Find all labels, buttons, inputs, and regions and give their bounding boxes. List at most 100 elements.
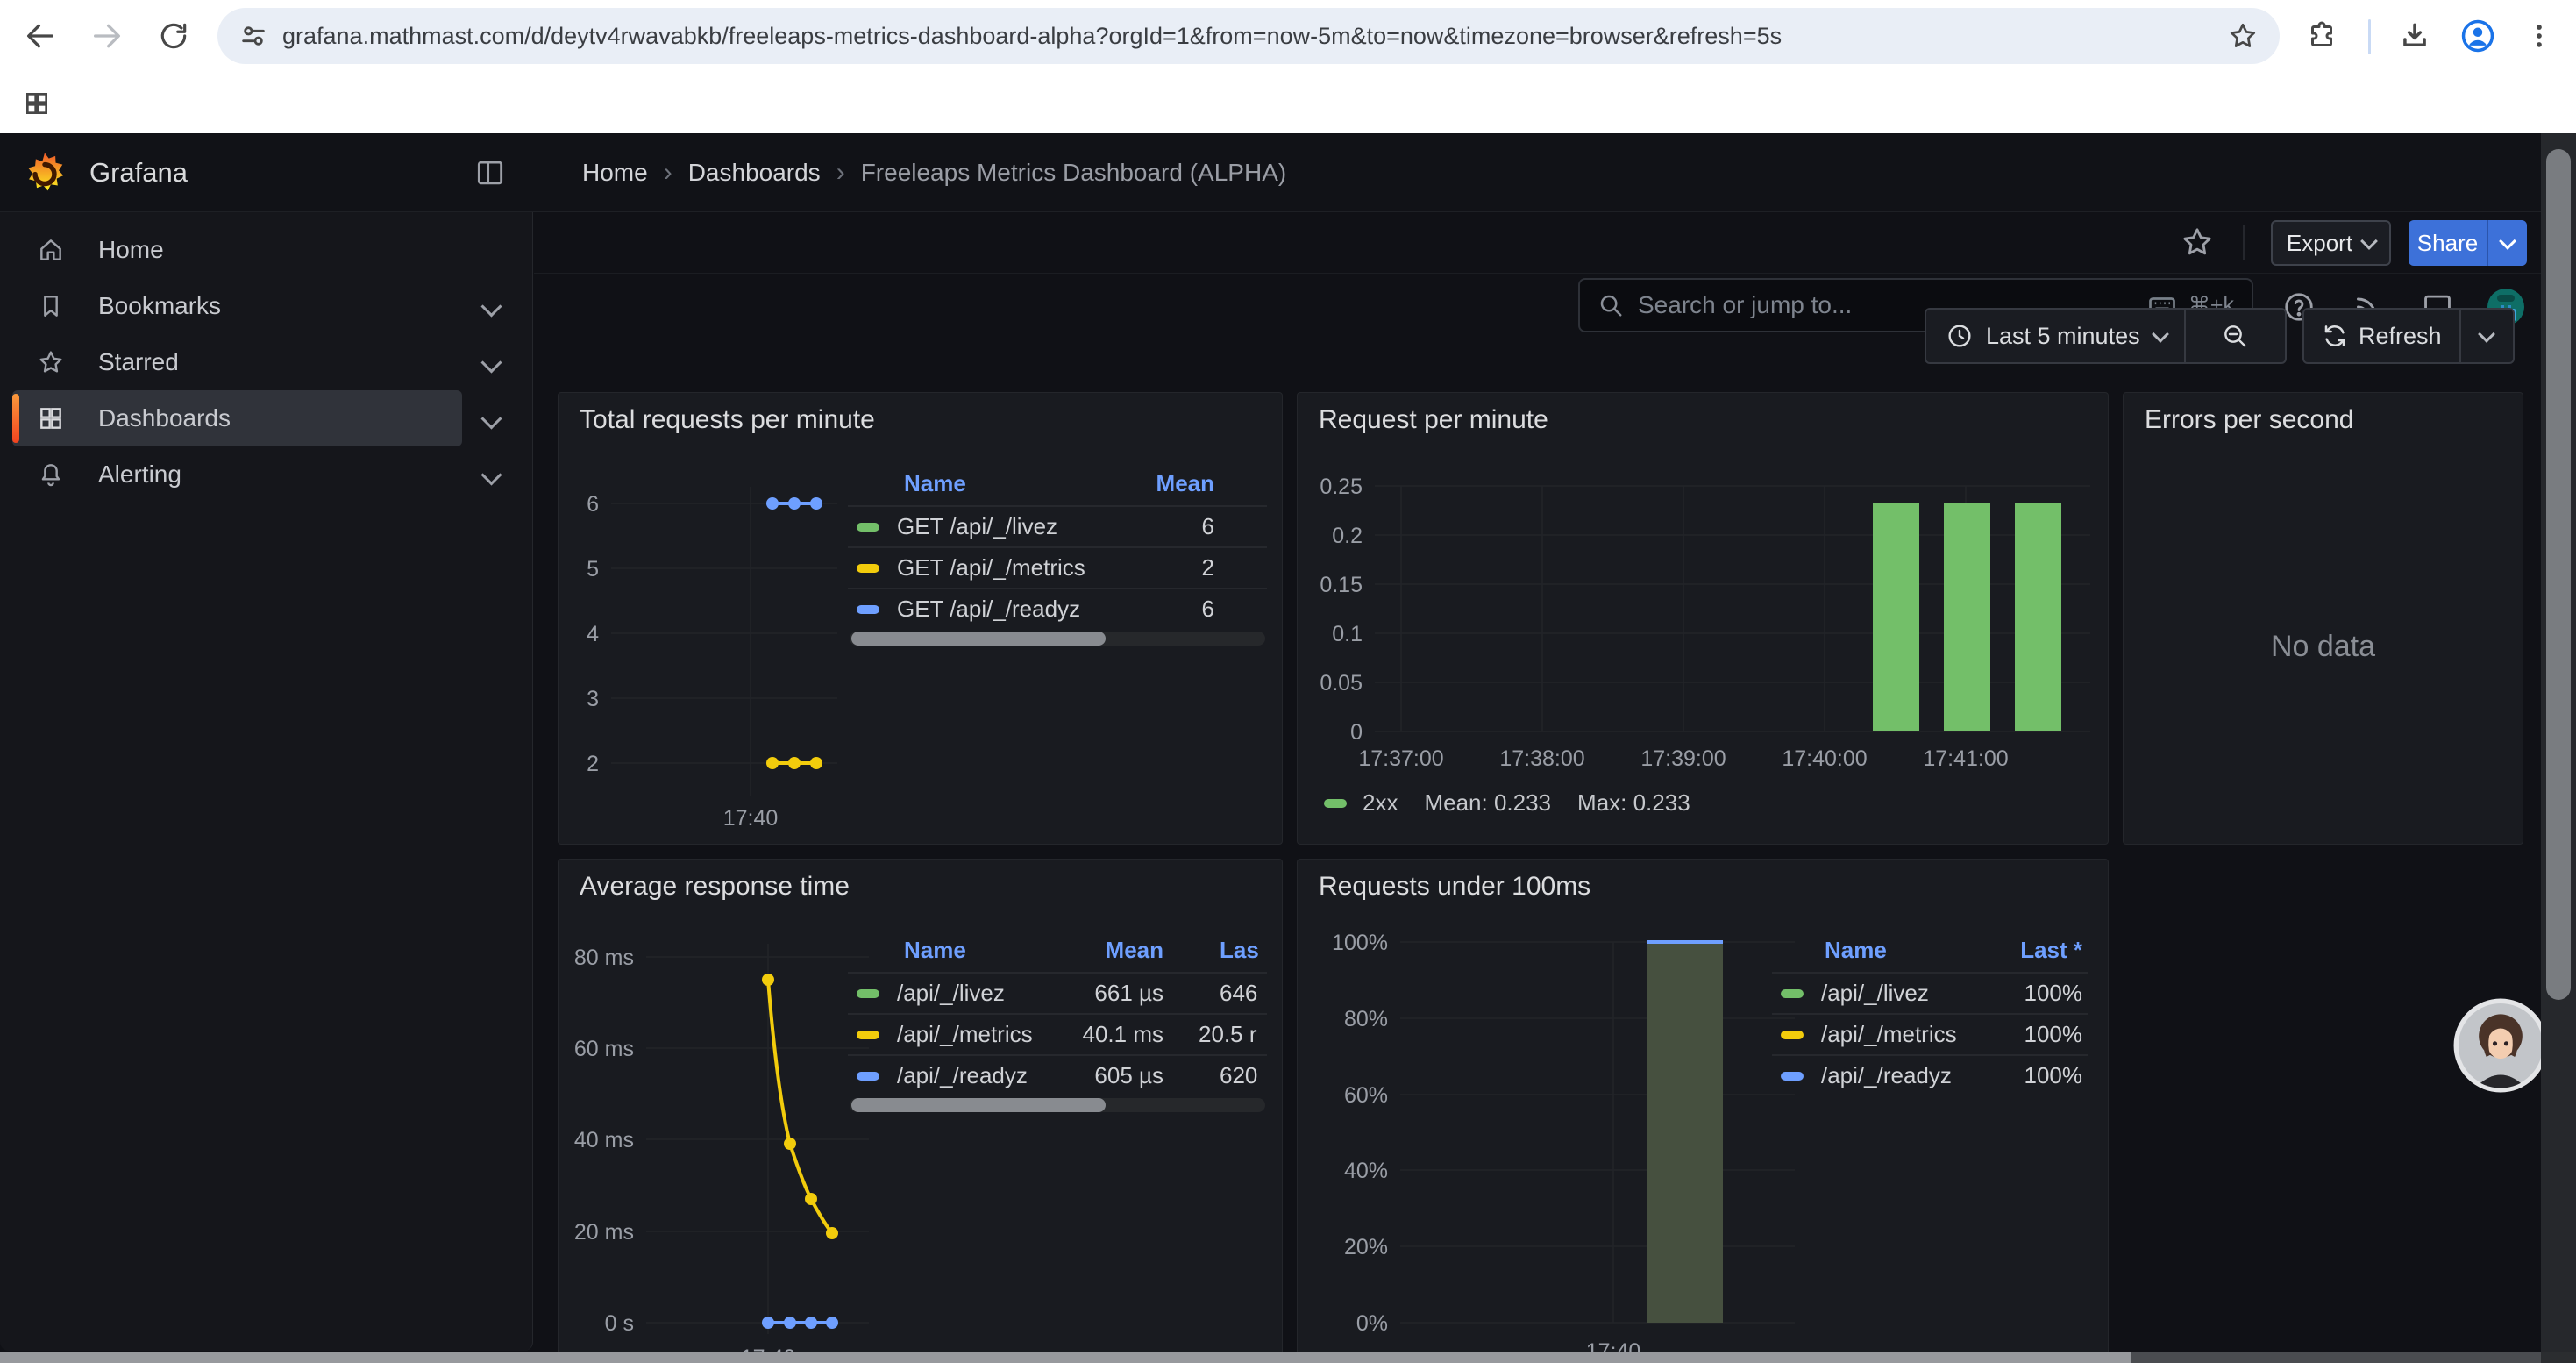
name-column-header[interactable]: Name <box>1772 937 1982 964</box>
series-name[interactable]: GET /api/_/readyz <box>897 596 1080 623</box>
sidebar-item-alerting[interactable]: Alerting <box>12 446 520 503</box>
chevron-down-icon[interactable] <box>480 408 502 429</box>
extensions-button[interactable] <box>2297 11 2346 61</box>
grafana-logo[interactable] <box>23 151 67 195</box>
series-name[interactable]: /api/_/metrics <box>897 1021 1032 1048</box>
legend-row[interactable]: GET /api/_/readyz 6 <box>848 588 1267 629</box>
url-bar[interactable]: grafana.mathmast.com/d/deytv4rwavabkb/fr… <box>217 8 2280 64</box>
refresh-button[interactable]: Refresh <box>2302 308 2515 364</box>
share-button[interactable]: Share <box>2409 220 2527 266</box>
url-text[interactable]: grafana.mathmast.com/d/deytv4rwavabkb/fr… <box>282 23 2217 50</box>
legend-row[interactable]: GET /api/_/livez 6 <box>848 505 1267 546</box>
vertical-scrollbar-thumb[interactable] <box>2546 149 2571 1000</box>
series-color-pill[interactable] <box>857 1072 879 1081</box>
series-color-pill[interactable] <box>857 523 879 532</box>
browser-forward-button[interactable] <box>82 11 132 61</box>
browser-reload-button[interactable] <box>149 11 198 61</box>
series-color-pill[interactable] <box>857 564 879 573</box>
panel-request-per-minute[interactable]: Request per minute 0.25 0.2 0.15 0.1 0.0… <box>1297 392 2109 845</box>
legend-row[interactable]: GET /api/_/metrics 2 <box>848 546 1267 588</box>
legend-row[interactable]: /api/_/readyz 605 µs 620 <box>848 1054 1267 1095</box>
downloads-button[interactable] <box>2390 11 2439 61</box>
legend-table-scrollbar[interactable] <box>850 632 1265 646</box>
series-2xx-bars <box>1873 503 2061 731</box>
series-name[interactable]: /api/_/livez <box>1821 980 1929 1007</box>
chevron-down-icon[interactable] <box>480 464 502 485</box>
series-color-pill[interactable] <box>857 989 879 998</box>
bar-chart[interactable]: 100% 80% 60% 40% 20% 0% 17:40 <box>1307 922 1798 1363</box>
share-button-label[interactable]: Share <box>2409 220 2487 266</box>
chart-legend[interactable]: 2xx Mean: 0.233 Max: 0.233 <box>1324 789 1690 817</box>
favorite-dashboard-button[interactable] <box>2180 225 2215 260</box>
series-name[interactable]: /api/_/readyz <box>1821 1062 1952 1089</box>
breadcrumb-dashboards[interactable]: Dashboards <box>688 159 821 187</box>
last-column-header[interactable]: Las <box>1163 937 1267 964</box>
panel-requests-under-100ms[interactable]: Requests under 100ms 100% 80% 60% 40% 20… <box>1297 859 2109 1363</box>
legend-row[interactable]: /api/_/livez 100% <box>1772 972 2088 1013</box>
mean-column-header[interactable]: Mean <box>1118 470 1267 497</box>
timeseries-chart[interactable]: 6 5 4 3 2 17:40 <box>567 476 841 829</box>
collapse-sidebar-button[interactable] <box>473 156 507 189</box>
sidebar-item-bookmarks[interactable]: Bookmarks <box>12 278 520 334</box>
panel-title[interactable]: Errors per second <box>2145 405 2353 435</box>
floating-assistant-avatar[interactable] <box>2453 998 2548 1093</box>
series-name[interactable]: /api/_/metrics <box>1821 1021 1957 1048</box>
series-name[interactable]: /api/_/livez <box>897 980 1005 1007</box>
legend-row[interactable]: /api/_/metrics 100% <box>1772 1013 2088 1054</box>
series-name[interactable]: GET /api/_/metrics <box>897 554 1085 582</box>
apps-button[interactable] <box>12 79 61 128</box>
chevron-down-icon[interactable] <box>480 296 502 317</box>
share-dropdown-button[interactable] <box>2488 220 2527 266</box>
sidebar-item-starred[interactable]: Starred <box>12 334 520 390</box>
sidebar-item-label: Bookmarks <box>98 292 221 320</box>
site-settings-icon[interactable] <box>238 21 268 51</box>
sidebar-item-dashboards[interactable]: Dashboards <box>12 390 520 446</box>
sidebar-item-home[interactable]: Home <box>12 222 520 278</box>
legend-series-name[interactable]: 2xx <box>1363 789 1398 817</box>
x-tick: 17:40 <box>723 806 779 829</box>
panel-title[interactable]: Average response time <box>580 872 850 902</box>
legend-row[interactable]: /api/_/livez 661 µs 646 <box>848 972 1267 1013</box>
series-color-pill[interactable] <box>857 605 879 614</box>
horizontal-scrollbar-thumb[interactable] <box>0 1352 2131 1363</box>
series-name[interactable]: /api/_/readyz <box>897 1062 1028 1089</box>
legend-row[interactable]: /api/_/readyz 100% <box>1772 1054 2088 1095</box>
bookmark-star-icon[interactable] <box>2227 20 2259 52</box>
browser-back-button[interactable] <box>16 11 65 61</box>
time-range-picker[interactable]: Last 5 minutes <box>1925 308 2287 364</box>
dashboards-grid-icon <box>37 404 65 432</box>
series-color-pill[interactable] <box>1781 989 1804 998</box>
series-color-pill[interactable] <box>857 1031 879 1039</box>
zoom-out-button[interactable] <box>2186 322 2285 350</box>
panel-total-requests-per-minute[interactable]: Total requests per minute 6 5 4 3 2 17:4… <box>558 392 1283 845</box>
name-column-header[interactable]: Name <box>848 937 1032 964</box>
legend-table: Name Mean GET /api/_/livez 6 GET /api/_/… <box>848 461 1267 629</box>
browser-profile-button[interactable] <box>2453 11 2502 61</box>
series-name[interactable]: GET /api/_/livez <box>897 513 1057 540</box>
last-column-header[interactable]: Last * <box>1982 937 2088 964</box>
panel-title[interactable]: Total requests per minute <box>580 405 875 435</box>
panel-title[interactable]: Requests under 100ms <box>1319 872 1590 902</box>
series-color-pill[interactable] <box>1781 1031 1804 1039</box>
chevron-down-icon[interactable] <box>480 352 502 373</box>
toolbar-separator <box>2368 19 2371 54</box>
legend-row[interactable]: /api/_/metrics 40.1 ms 20.5 r <box>848 1013 1267 1054</box>
series-metrics-points <box>762 974 838 1239</box>
name-column-header[interactable]: Name <box>848 470 1118 497</box>
refresh-interval-dropdown[interactable] <box>2461 332 2513 340</box>
browser-menu-button[interactable] <box>2515 11 2564 61</box>
series-color-pill[interactable] <box>1781 1072 1804 1081</box>
series-metrics-points <box>766 757 822 769</box>
clock-icon <box>1946 322 1974 350</box>
bar-chart[interactable]: 0.25 0.2 0.15 0.1 0.05 0 17:37:00 17:38:… <box>1312 473 2096 775</box>
mean-column-header[interactable]: Mean <box>1032 937 1163 964</box>
breadcrumb-home[interactable]: Home <box>582 159 648 187</box>
profile-avatar-icon <box>2459 18 2496 54</box>
panel-average-response-time[interactable]: Average response time 80 ms 60 ms 40 ms … <box>558 859 1283 1363</box>
legend-table-scrollbar[interactable] <box>850 1098 1265 1112</box>
refresh-icon <box>2322 323 2348 349</box>
bell-icon <box>37 460 65 489</box>
export-button[interactable]: Export <box>2271 220 2391 266</box>
panel-title[interactable]: Request per minute <box>1319 405 1548 435</box>
panel-errors-per-second[interactable]: Errors per second No data <box>2123 392 2523 845</box>
